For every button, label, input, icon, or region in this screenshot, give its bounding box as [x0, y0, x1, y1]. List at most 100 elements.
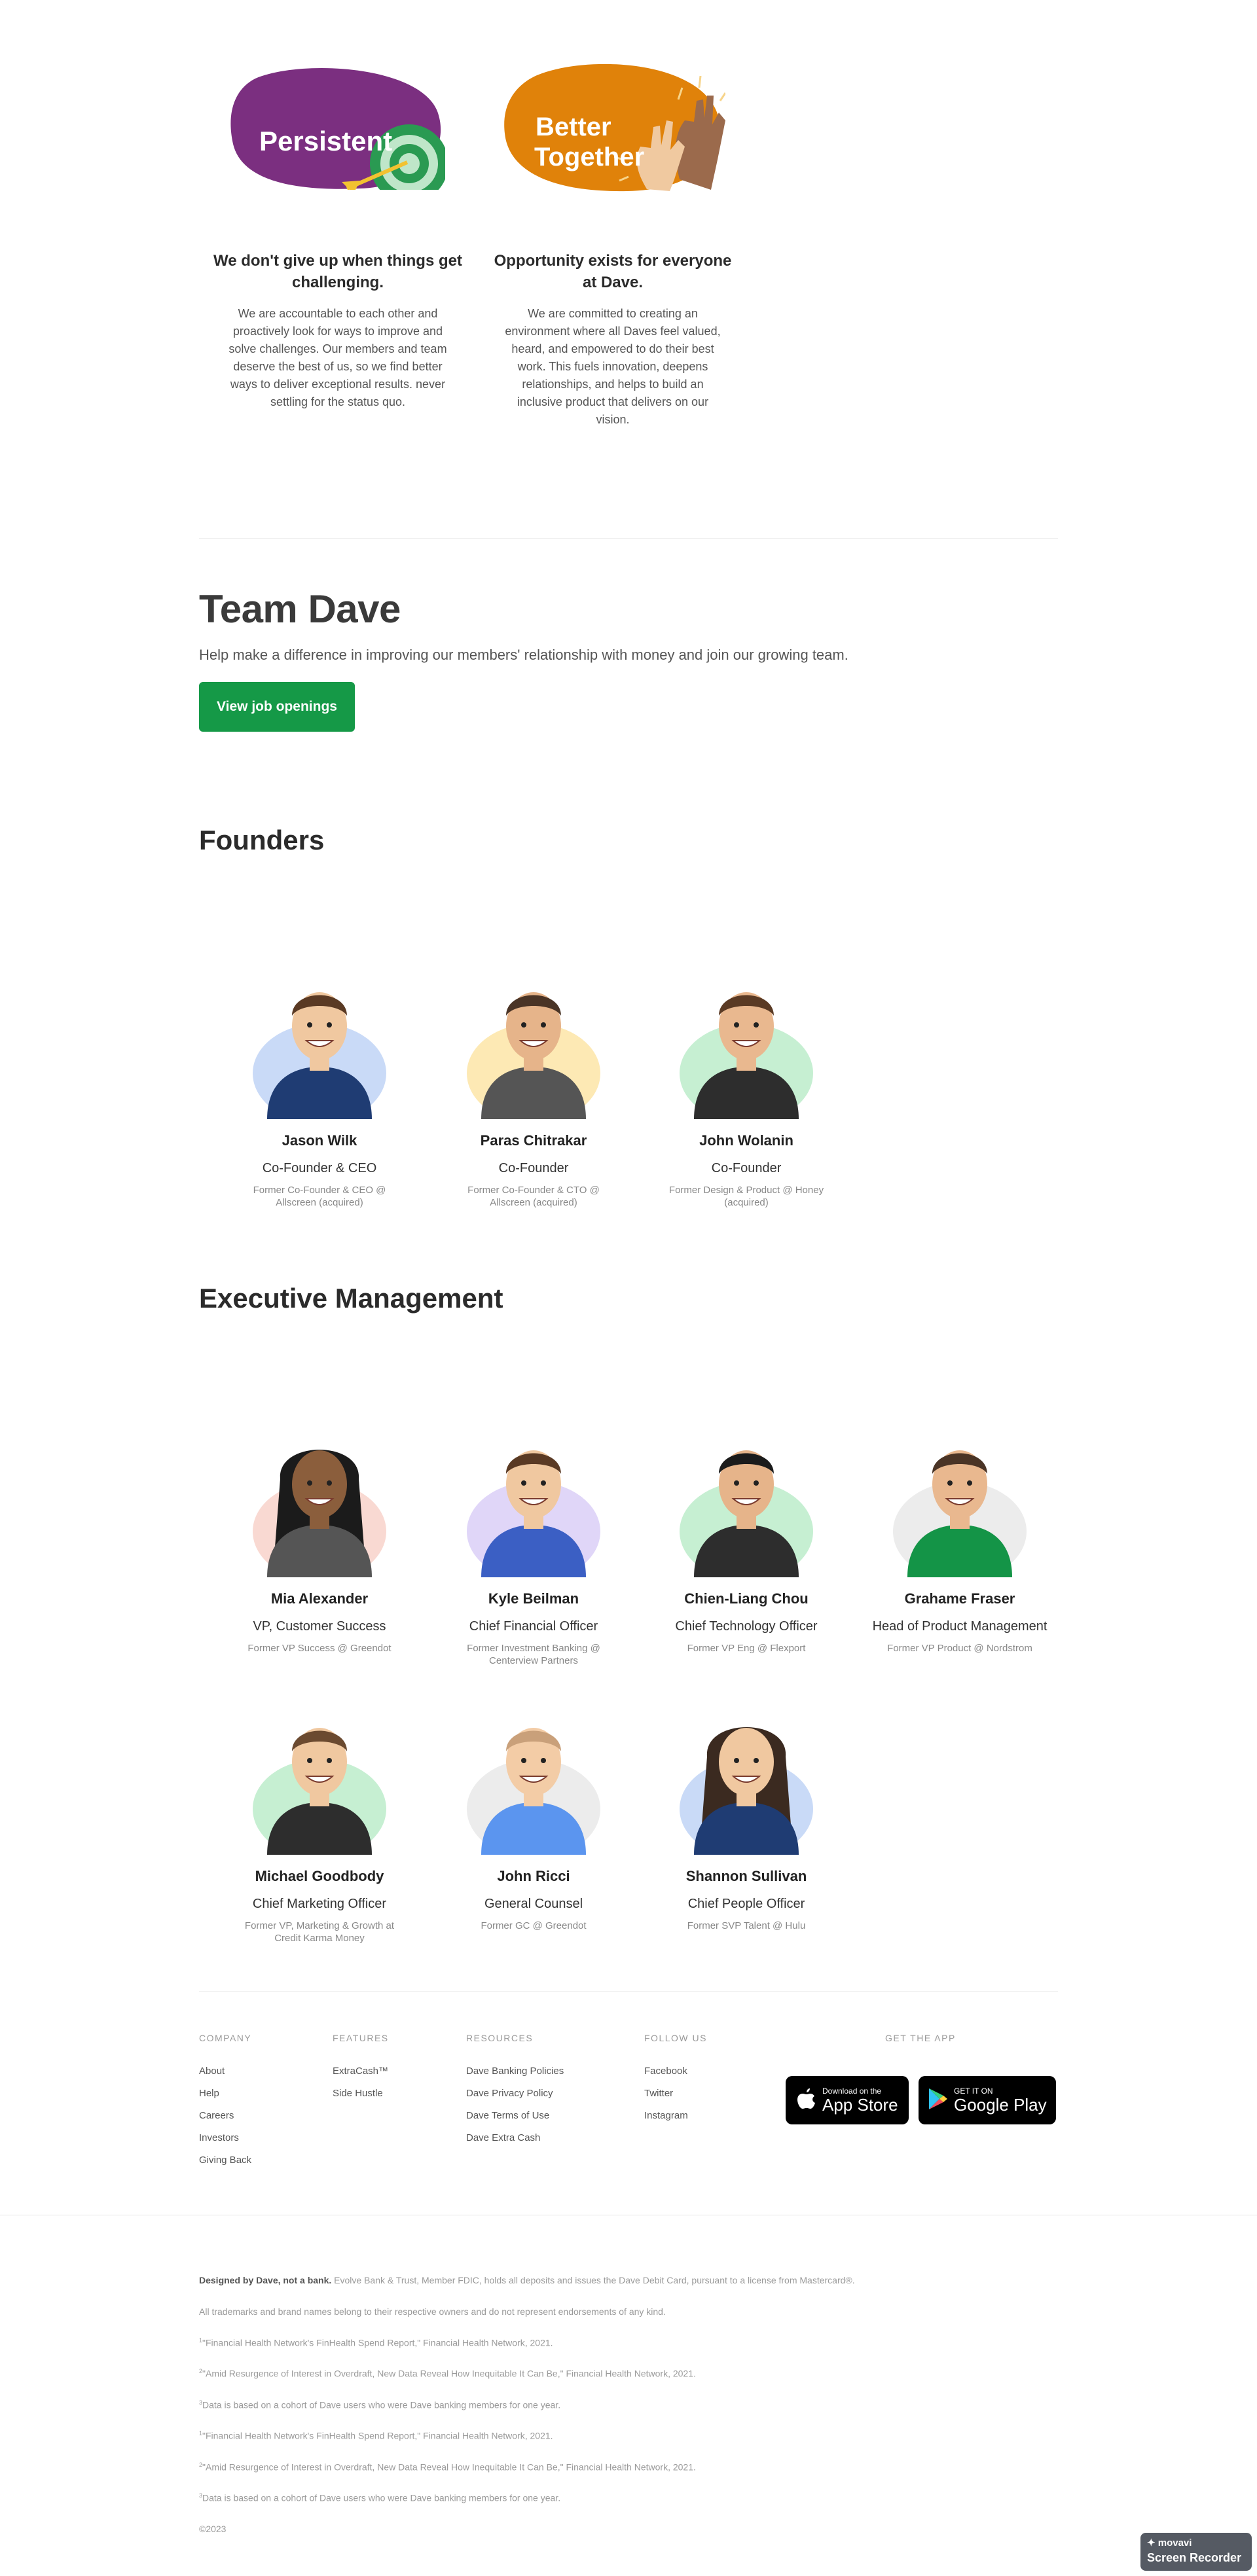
member-role: Chief Marketing Officer [252, 1897, 387, 1911]
member-previous-role: Former VP Product @ Nordstrom [887, 1643, 1032, 1654]
value-badge-label: Persistent [259, 126, 393, 156]
google-play-small-label: GET IT ON [954, 2086, 993, 2096]
member-name: Paras Chitrakar [480, 1132, 587, 1149]
member-name: Jason Wilk [282, 1132, 357, 1149]
value-badge-persistent: Persistent [229, 65, 448, 203]
member-name: Kyle Beilman [488, 1590, 579, 1607]
footer-heading-company: COMPANY [199, 2033, 252, 2043]
member-role: Co-Founder [498, 1161, 569, 1175]
member-previous-role: Former Co-Founder & CEO @ Allscreen (acq… [253, 1185, 386, 1208]
value-title: We don't give up when things get challen… [213, 252, 462, 291]
footer-heading-follow: FOLLOW US [644, 2033, 707, 2043]
team-member-card: John Wolanin Co-Founder Former Design & Pr… [642, 969, 851, 1209]
value-card-persistent: We don't give up when things get challen… [213, 250, 462, 411]
value-badge-better-together: Better Together [503, 62, 727, 192]
team-member-card: Mia Alexander VP, Customer Success Former … [215, 1427, 424, 1655]
avatar [642, 1704, 851, 1859]
avatar [215, 1704, 424, 1859]
member-role: Chief Technology Officer [675, 1619, 818, 1634]
legal-note: 1"Financial Health Network's FinHealth S… [199, 2430, 553, 2441]
team-member-card: Jason Wilk Co-Founder & CEO Former Co-Foun… [215, 969, 424, 1209]
avatar [429, 969, 638, 1123]
footer-divider [199, 1991, 1058, 1992]
google-play-icon [928, 2088, 947, 2113]
footer-link-terms-of-use[interactable]: Dave Terms of Use [466, 2110, 549, 2121]
footer-link-instagram[interactable]: Instagram [644, 2110, 688, 2121]
footer-link-investors[interactable]: Investors [199, 2132, 239, 2143]
footer-link-extracash[interactable]: ExtraCash™ [333, 2066, 388, 2077]
app-store-small-label: Download on the [822, 2086, 882, 2096]
footer-link-twitter[interactable]: Twitter [644, 2088, 673, 2099]
team-member-card: Kyle Beilman Chief Financial Officer Forme… [429, 1427, 638, 1667]
footer-heading-resources: RESOURCES [466, 2033, 534, 2043]
google-play-label: Google Play [954, 2094, 1047, 2115]
legal-note: 3Data is based on a cohort of Dave users… [199, 2492, 561, 2503]
footer-link-about[interactable]: About [199, 2066, 225, 2077]
member-previous-role: Former Co-Founder & CTO @ Allscreen (acq… [467, 1185, 600, 1208]
view-job-openings-button[interactable]: View job openings [199, 682, 355, 732]
team-member-card: Michael Goodbody Chief Marketing Officer F… [215, 1704, 424, 1944]
value-body: We are accountable to each other and pro… [228, 307, 447, 408]
recorder-label: Screen Recorder [1147, 2551, 1242, 2564]
executive-heading: Executive Management [199, 1283, 503, 1314]
avatar [642, 969, 851, 1123]
member-name: John Ricci [497, 1868, 570, 1884]
value-badge-label-line1: Better [536, 113, 611, 141]
avatar [642, 1427, 851, 1581]
page-title: Team Dave [199, 587, 401, 631]
footer-link-extra-cash[interactable]: Dave Extra Cash [466, 2132, 540, 2143]
app-store-label: App Store [822, 2094, 898, 2115]
team-member-card: Shannon Sullivan Chief People Officer Form… [642, 1704, 851, 1932]
legal-note: 1"Financial Health Network's FinHealth S… [199, 2337, 553, 2348]
footer-link-giving-back[interactable]: Giving Back [199, 2155, 251, 2166]
value-badge-label-line2: Together [534, 143, 645, 171]
member-name: Shannon Sullivan [685, 1868, 807, 1884]
member-role: Head of Product Management [872, 1619, 1048, 1634]
apple-icon [797, 2088, 816, 2113]
member-previous-role: Former Design & Product @ Honey (acquire… [668, 1185, 824, 1208]
member-previous-role: Former VP Eng @ Flexport [687, 1643, 806, 1654]
footer-heading-features: FEATURES [333, 2033, 389, 2043]
legal-trademarks: All trademarks and brand names belong to… [199, 2306, 666, 2317]
value-card-better-together: Opportunity exists for everyone at Dave.… [488, 250, 737, 429]
founders-heading: Founders [199, 825, 325, 855]
footer-link-help[interactable]: Help [199, 2088, 219, 2099]
recorder-brand: ✦ movavi [1147, 2537, 1192, 2549]
member-name: Grahame Fraser [904, 1590, 1015, 1607]
footer-link-facebook[interactable]: Facebook [644, 2066, 687, 2077]
member-previous-role: Former SVP Talent @ Hulu [687, 1920, 806, 1931]
member-previous-role: Former GC @ Greendot [481, 1920, 587, 1931]
member-previous-role: Former VP, Marketing & Growth at Credit … [244, 1920, 395, 1944]
team-member-card: Chien-Liang Chou Chief Technology Officer… [642, 1427, 851, 1655]
avatar [855, 1427, 1065, 1581]
footer-link-side-hustle[interactable]: Side Hustle [333, 2088, 383, 2099]
legal-note: 3Data is based on a cohort of Dave users… [199, 2399, 561, 2410]
footer-link-careers[interactable]: Careers [199, 2110, 234, 2121]
avatar [215, 969, 424, 1123]
footer-link-privacy-policy[interactable]: Dave Privacy Policy [466, 2088, 553, 2099]
footer-link-banking-policies[interactable]: Dave Banking Policies [466, 2066, 564, 2077]
member-name: Michael Goodbody [255, 1868, 384, 1884]
app-store-button[interactable]: Download on the App Store [786, 2076, 909, 2124]
member-name: Chien-Liang Chou [684, 1590, 809, 1607]
avatar [429, 1704, 638, 1859]
member-role: Chief Financial Officer [469, 1619, 598, 1634]
member-name: Mia Alexander [270, 1590, 369, 1607]
footer-heading-app: GET THE APP [885, 2033, 956, 2043]
member-role: General Counsel [484, 1897, 583, 1911]
section-divider [199, 538, 1058, 539]
team-member-card: Paras Chitrakar Co-Founder Former Co-Found… [429, 969, 638, 1209]
team-member-card: Grahame Fraser Head of Product Management… [855, 1427, 1065, 1655]
member-previous-role: Former Investment Banking @ Centerview P… [467, 1643, 600, 1666]
member-role: Co-Founder [711, 1161, 782, 1175]
legal-lead-bold: Designed by Dave, not a bank. [199, 2275, 332, 2285]
legal-lead: Designed by Dave, not a bank. Evolve Ban… [199, 2275, 855, 2285]
google-play-button[interactable]: GET IT ON Google Play [919, 2076, 1056, 2124]
member-role: VP, Customer Success [253, 1619, 386, 1634]
legal-lead-text: Evolve Bank & Trust, Member FDIC, holds … [331, 2275, 855, 2285]
team-member-card: John Ricci General Counsel Former GC @ Gre… [429, 1704, 638, 1932]
value-body: We are committed to creating an environm… [505, 307, 721, 426]
member-previous-role: Former VP Success @ Greendot [247, 1643, 392, 1654]
screen-recorder-badge: ✦ movavi Screen Recorder [1140, 2533, 1252, 2571]
avatar [429, 1427, 638, 1581]
